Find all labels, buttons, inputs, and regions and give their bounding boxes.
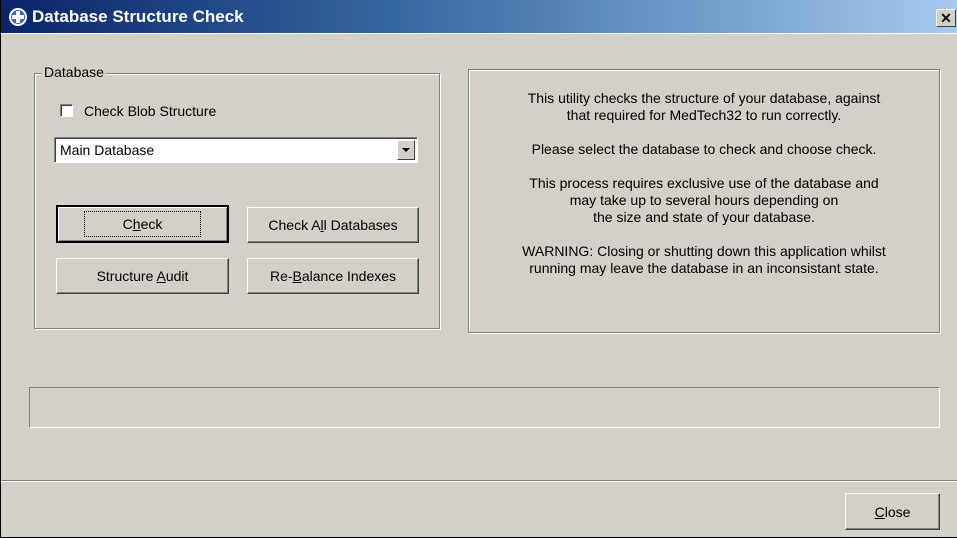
- rebalance-indexes-button[interactable]: Re-Balance Indexes: [247, 258, 419, 294]
- close-window-button[interactable]: ✕: [936, 9, 956, 27]
- info-text-2: Please select the database to check and …: [531, 141, 877, 157]
- title-bar[interactable]: Database Structure Check: [1, 0, 957, 34]
- check-button[interactable]: Check: [56, 205, 229, 243]
- progress-bar: [29, 387, 940, 428]
- warning-text-a: WARNING: Closing or shutting down this a…: [522, 243, 886, 259]
- info-text-3a: This process requires exclusive use of t…: [529, 175, 879, 191]
- info-panel: This utility checks the structure of you…: [468, 69, 940, 333]
- structure-audit-label: Structure Audit: [96, 268, 189, 284]
- database-select-value: Main Database: [60, 142, 155, 158]
- warning-text-b: running may leave the database in an inc…: [529, 260, 879, 276]
- info-text-3b: may take up to several hours depending o…: [569, 192, 839, 208]
- rebalance-indexes-label: Re-Balance Indexes: [269, 268, 397, 284]
- check-blob-checkbox[interactable]: [60, 104, 73, 117]
- check-blob-label[interactable]: Check Blob Structure: [84, 103, 216, 119]
- check-all-databases-label: Check All Databases: [268, 217, 398, 233]
- info-text-1a: This utility checks the structure of you…: [527, 90, 881, 106]
- info-text-1b: that required for MedTech32 to run corre…: [566, 107, 842, 123]
- check-all-databases-button[interactable]: Check All Databases: [247, 207, 419, 243]
- database-group-legend: Database: [42, 64, 106, 80]
- chevron-down-icon[interactable]: [397, 140, 415, 160]
- window-title: Database Structure Check: [32, 7, 244, 26]
- close-button-label: Close: [874, 503, 911, 520]
- medtech-cross-icon: [9, 8, 27, 26]
- check-button-label: Check: [83, 211, 202, 237]
- close-button[interactable]: Close: [845, 493, 940, 530]
- info-text-3c: the size and state of your database.: [593, 209, 815, 225]
- dialog-window: Database Structure Check ✕ Database Chec…: [0, 0, 957, 538]
- structure-audit-button[interactable]: Structure Audit: [56, 258, 229, 294]
- close-icon: ✕: [940, 10, 952, 26]
- footer-divider: [1, 480, 957, 482]
- database-select[interactable]: Main Database: [54, 137, 418, 163]
